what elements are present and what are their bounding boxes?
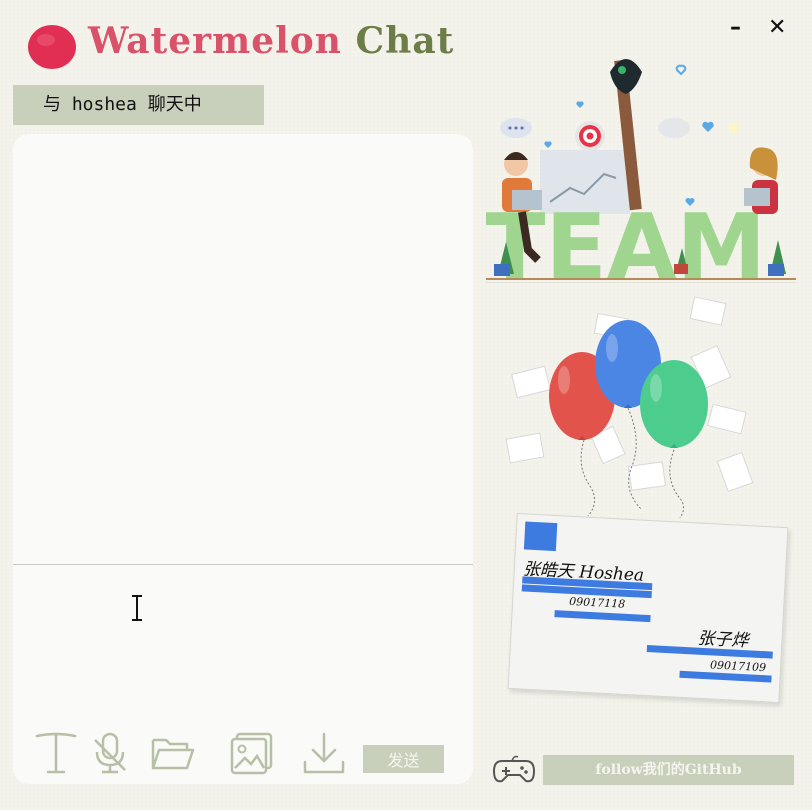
app-title-chat: Chat	[355, 20, 455, 62]
message-history[interactable]	[13, 134, 473, 564]
watermelon-logo-icon	[28, 25, 76, 69]
image-icon[interactable]	[229, 730, 275, 776]
microphone-off-icon[interactable]	[87, 730, 133, 776]
team-card: 张皓天 Hoshea 09017118 张子烨 09017109	[507, 513, 789, 703]
card-stamp	[523, 521, 558, 552]
right-divider	[486, 282, 796, 283]
chat-panel: 发送	[13, 134, 473, 784]
send-button[interactable]: 发送	[363, 745, 444, 773]
minimize-button[interactable]: –	[730, 16, 741, 40]
github-button[interactable]: follow我们的GitHub	[543, 755, 794, 785]
app-title-watermelon: Watermelon	[88, 20, 342, 62]
card-underline	[554, 610, 651, 623]
close-button[interactable]: ✕	[768, 16, 786, 40]
app-title: Watermelon Chat	[88, 20, 454, 62]
team-illustration: TEAM	[486, 59, 796, 282]
message-input[interactable]	[13, 565, 473, 725]
card-id-1: 09017118	[568, 594, 626, 611]
text-format-icon[interactable]	[33, 730, 79, 776]
text-cursor-icon	[132, 595, 142, 621]
folder-icon[interactable]	[149, 730, 195, 776]
balloons-illustration	[505, 296, 754, 519]
chat-partner-label: 与 hoshea 聊天中	[13, 85, 264, 125]
download-icon[interactable]	[301, 730, 347, 776]
gamepad-icon[interactable]	[492, 755, 536, 785]
